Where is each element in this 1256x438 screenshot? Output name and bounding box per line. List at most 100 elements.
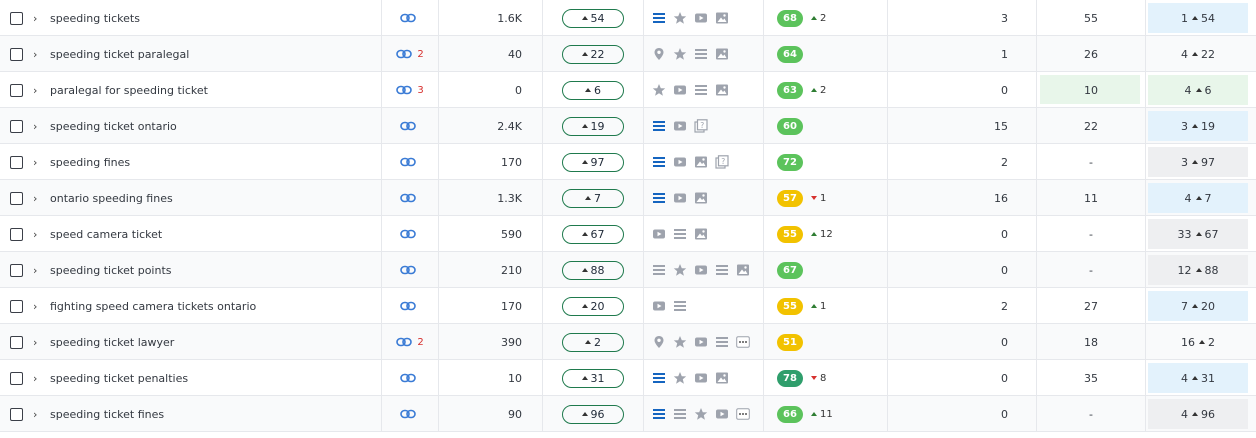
link-icon[interactable]	[399, 121, 416, 131]
kd-pill[interactable]: 2	[562, 332, 624, 352]
link-icon[interactable]	[399, 373, 416, 383]
keyword-label[interactable]: ontario speeding fines	[50, 192, 173, 205]
kd-pill[interactable]: 20	[562, 296, 624, 316]
arrow-up-icon	[585, 196, 591, 200]
row-checkbox[interactable]	[10, 227, 23, 241]
row-checkbox[interactable]	[10, 119, 23, 133]
kd-pill[interactable]: 54	[562, 8, 624, 28]
row-checkbox[interactable]	[10, 299, 23, 313]
link-icon[interactable]	[399, 229, 416, 239]
row-checkbox[interactable]	[10, 371, 23, 385]
keyword-label[interactable]: speed camera ticket	[50, 228, 162, 241]
position-value: 4 6	[1185, 84, 1212, 97]
image-icon	[716, 84, 728, 96]
position-number: 3	[1181, 155, 1188, 169]
expand-chevron-icon[interactable]: ›	[33, 13, 37, 24]
link-icon[interactable]	[399, 265, 416, 275]
link-icon[interactable]	[399, 193, 416, 203]
row-checkbox[interactable]	[10, 191, 23, 205]
expand-chevron-icon[interactable]: ›	[33, 337, 37, 348]
keyword-label[interactable]: fighting speed camera tickets ontario	[50, 300, 256, 313]
list-icon	[695, 49, 707, 59]
keyword-label[interactable]: speeding tickets	[50, 12, 140, 25]
kd-pill[interactable]: 88	[562, 260, 624, 280]
expand-chevron-icon[interactable]: ›	[33, 409, 37, 420]
delta-arrow-icon	[811, 376, 817, 380]
metric-a: 0	[1001, 227, 1008, 241]
keyword-label[interactable]: speeding ticket ontario	[50, 120, 177, 133]
table-row: › speed camera ticket 590 67 55 12 0 - 3…	[0, 216, 1256, 252]
keyword-label[interactable]: speeding ticket penalties	[50, 372, 188, 385]
expand-chevron-icon[interactable]: ›	[33, 85, 37, 96]
arrow-up-icon	[581, 160, 588, 164]
kd-pill[interactable]: 31	[562, 368, 624, 388]
link-icon[interactable]	[396, 85, 413, 95]
arrow-up-icon	[1195, 196, 1202, 200]
link-icon[interactable]	[399, 13, 416, 23]
expand-chevron-icon[interactable]: ›	[33, 157, 37, 168]
row-checkbox[interactable]	[10, 407, 23, 421]
score-delta: 1	[811, 301, 826, 312]
metric-a: 0	[1001, 83, 1008, 97]
metric-a: 2	[1001, 299, 1008, 313]
position-number: 4	[1184, 191, 1192, 205]
expand-chevron-icon[interactable]: ›	[33, 121, 37, 132]
keyword-label[interactable]: speeding ticket fines	[50, 408, 164, 421]
keyword-label[interactable]: speeding ticket points	[50, 264, 172, 277]
arrow-up-icon	[1192, 412, 1198, 416]
kd-pill[interactable]: 67	[562, 224, 624, 244]
keyword-label[interactable]: speeding fines	[50, 156, 130, 169]
more-icon	[736, 408, 750, 420]
expand-chevron-icon[interactable]: ›	[33, 229, 37, 240]
video-icon	[653, 301, 665, 311]
score-delta-value: 1	[820, 192, 827, 204]
link-icon[interactable]	[396, 49, 413, 59]
score-badge: 64	[777, 45, 803, 63]
metric-b: -	[1089, 227, 1093, 241]
metric-b: 18	[1084, 335, 1098, 349]
kd-pill[interactable]: 96	[562, 404, 624, 424]
row-checkbox[interactable]	[10, 47, 23, 61]
link-icon[interactable]	[399, 301, 416, 311]
row-checkbox[interactable]	[10, 11, 23, 25]
kd-delta: 88	[590, 263, 605, 277]
video-icon	[674, 157, 686, 167]
search-volume: 390	[501, 335, 522, 349]
search-volume: 1.3K	[497, 191, 522, 205]
keyword-label[interactable]: speeding ticket paralegal	[50, 48, 189, 61]
expand-chevron-icon[interactable]: ›	[33, 49, 37, 60]
row-checkbox[interactable]	[10, 263, 23, 277]
kd-pill[interactable]: 97	[562, 152, 624, 172]
keyword-label[interactable]: speeding ticket lawyer	[50, 336, 174, 349]
row-checkbox[interactable]	[10, 155, 23, 169]
row-checkbox[interactable]	[10, 83, 23, 97]
link-icon[interactable]	[396, 337, 413, 347]
kd-pill[interactable]: 22	[562, 44, 624, 64]
position-value: 4 7	[1185, 192, 1212, 205]
serp-features	[652, 72, 762, 108]
kd-pill[interactable]: 7	[562, 188, 624, 208]
serp-features: ?	[652, 144, 762, 180]
search-volume: 10	[508, 371, 522, 385]
position-delta: 19	[1201, 119, 1215, 133]
expand-chevron-icon[interactable]: ›	[33, 301, 37, 312]
keyword-label[interactable]: paralegal for speeding ticket	[50, 84, 208, 97]
expand-chevron-icon[interactable]: ›	[33, 193, 37, 204]
kd-pill[interactable]: 19	[562, 116, 624, 136]
link-icon[interactable]	[399, 409, 416, 419]
link-icon[interactable]	[399, 157, 416, 167]
search-volume: 590	[501, 227, 522, 241]
expand-chevron-icon[interactable]: ›	[33, 265, 37, 276]
position-value: 7 20	[1181, 300, 1215, 313]
position-number: 16	[1181, 335, 1195, 349]
link-count: 2	[417, 48, 424, 60]
arrow-up-icon	[1192, 124, 1198, 128]
kd-delta: 54	[590, 11, 605, 25]
position-delta: 2	[1208, 335, 1215, 349]
kd-pill[interactable]: 6	[562, 80, 624, 100]
image-icon	[716, 12, 728, 24]
position-delta: 22	[1201, 47, 1215, 61]
faq-icon: ?	[694, 119, 708, 133]
row-checkbox[interactable]	[10, 335, 23, 349]
expand-chevron-icon[interactable]: ›	[33, 373, 37, 384]
